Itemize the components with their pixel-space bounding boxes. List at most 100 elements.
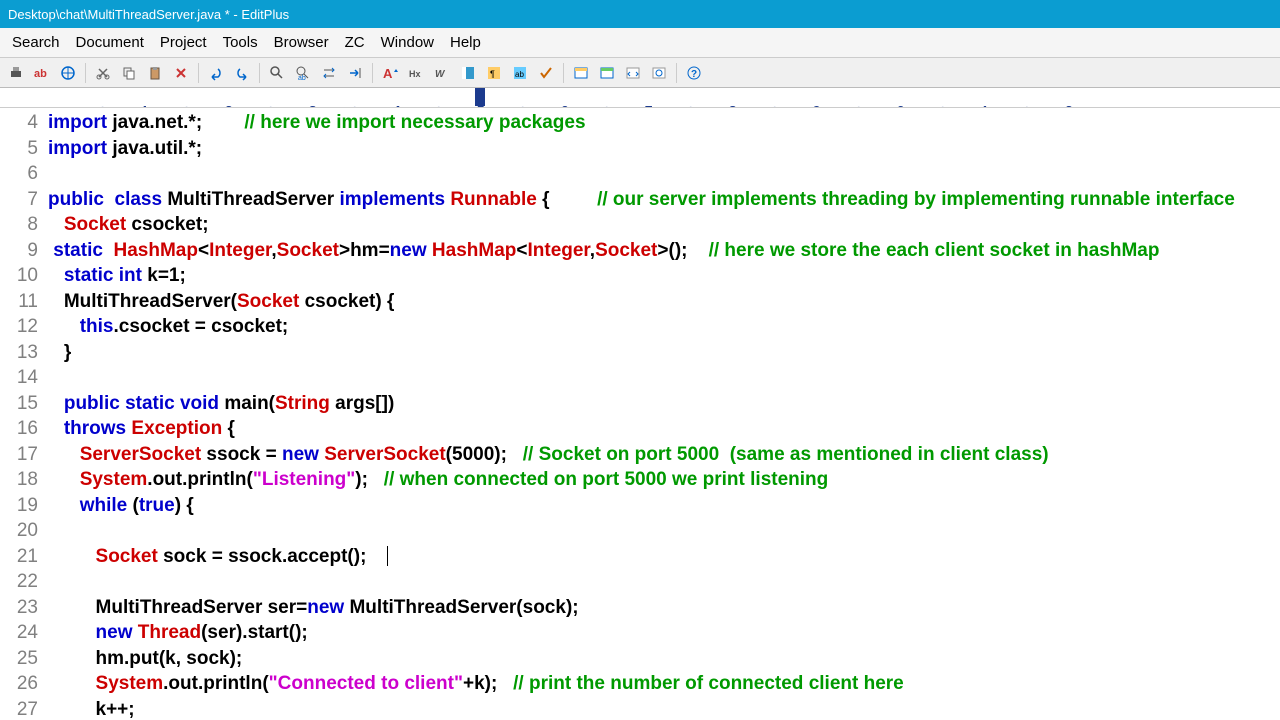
code-line[interactable]: }	[48, 340, 1280, 366]
code-line[interactable]: new Thread(ser).start();	[48, 620, 1280, 646]
token-plain: (	[127, 495, 139, 516]
line-number: 19	[0, 493, 38, 519]
code-line[interactable]	[48, 569, 1280, 595]
code-line[interactable]: public static void main(String args[])	[48, 391, 1280, 417]
paste-button[interactable]	[143, 62, 167, 84]
line-number: 15	[0, 391, 38, 417]
toolbar: аbabAHxW¶ab?	[0, 58, 1280, 88]
whitespace-b-button[interactable]: ab	[508, 62, 532, 84]
token-plain: java.util.*;	[107, 138, 202, 159]
code-area[interactable]: import java.net.*; // here we import nec…	[48, 108, 1280, 720]
token-plain	[48, 316, 80, 337]
editor[interactable]: 4567891011121314151617181920212223242526…	[0, 108, 1280, 720]
token-plain: {	[222, 418, 235, 439]
code-line[interactable]: static HashMap<Integer,Socket>hm=new Has…	[48, 238, 1280, 264]
copy-button[interactable]	[117, 62, 141, 84]
code-line[interactable]: static int k=1;	[48, 263, 1280, 289]
token-plain	[48, 622, 96, 643]
menu-search[interactable]: Search	[4, 30, 68, 55]
find-icon	[269, 65, 285, 81]
copy-icon	[121, 65, 137, 81]
token-comment: // print the number of connected client …	[513, 673, 904, 694]
html-toolbar-button[interactable]	[569, 62, 593, 84]
column-marker	[475, 88, 485, 106]
token-plain	[48, 214, 64, 235]
code-line[interactable]: import java.util.*;	[48, 136, 1280, 162]
help-button[interactable]: ?	[682, 62, 706, 84]
line-number: 25	[0, 646, 38, 672]
menu-tools[interactable]: Tools	[215, 30, 266, 55]
menu-zc[interactable]: ZC	[337, 30, 373, 55]
spellcheck-button[interactable]: аb	[30, 62, 54, 84]
token-plain: (ser).start();	[201, 622, 308, 643]
code-line[interactable]: System.out.println("Listening"); // when…	[48, 467, 1280, 493]
hex-button[interactable]: Hx	[404, 62, 428, 84]
font-up-button[interactable]: A	[378, 62, 402, 84]
cut-button[interactable]	[91, 62, 115, 84]
code-line[interactable]: while (true) {	[48, 493, 1280, 519]
code-line[interactable]	[48, 518, 1280, 544]
code-line[interactable]: k++;	[48, 697, 1280, 720]
replace-button[interactable]	[317, 62, 341, 84]
token-kw: while	[80, 495, 128, 516]
directory-button[interactable]	[595, 62, 619, 84]
undo-button[interactable]	[204, 62, 228, 84]
toolbar-separator	[259, 63, 260, 83]
view-browser-icon	[651, 65, 667, 81]
edit-source-button[interactable]	[621, 62, 645, 84]
token-plain: .out.println(	[163, 673, 269, 694]
code-line[interactable]: public class MultiThreadServer implement…	[48, 187, 1280, 213]
menu-browser[interactable]: Browser	[266, 30, 337, 55]
code-line[interactable]: import java.net.*; // here we import nec…	[48, 110, 1280, 136]
html-toolbar-icon	[573, 65, 589, 81]
svg-text:аb: аb	[34, 68, 47, 80]
token-type: Exception	[131, 418, 222, 439]
line-number: 10	[0, 263, 38, 289]
code-line[interactable]	[48, 365, 1280, 391]
menu-project[interactable]: Project	[152, 30, 215, 55]
find-text-button[interactable]: ab	[291, 62, 315, 84]
delete-button[interactable]	[169, 62, 193, 84]
token-kw: static	[53, 240, 103, 261]
token-type: Thread	[138, 622, 201, 643]
edit-source-icon	[625, 65, 641, 81]
column-marker-button[interactable]	[456, 62, 480, 84]
token-kw: import	[48, 112, 107, 133]
word-wrap-button[interactable]: W	[430, 62, 454, 84]
column-ruler: ----+----1----+----2----+----3----+----4…	[0, 88, 1280, 108]
token-kw: public static void	[64, 393, 219, 414]
menu-help[interactable]: Help	[442, 30, 489, 55]
redo-button[interactable]	[230, 62, 254, 84]
token-plain: ) {	[175, 495, 194, 516]
column-marker-icon	[460, 65, 476, 81]
print-button[interactable]	[4, 62, 28, 84]
paste-icon	[147, 65, 163, 81]
code-line[interactable]: this.csocket = csocket;	[48, 314, 1280, 340]
token-plain: csocket) {	[299, 291, 394, 312]
token-plain: .out.println(	[147, 469, 253, 490]
whitespace-a-button[interactable]: ¶	[482, 62, 506, 84]
line-number: 24	[0, 620, 38, 646]
code-line[interactable]	[48, 161, 1280, 187]
code-line[interactable]: Socket csocket;	[48, 212, 1280, 238]
hex-icon: Hx	[408, 65, 424, 81]
line-number: 4	[0, 110, 38, 136]
check-button[interactable]	[534, 62, 558, 84]
code-line[interactable]: MultiThreadServer(Socket csocket) {	[48, 289, 1280, 315]
browser-icon	[60, 65, 76, 81]
browser-button[interactable]	[56, 62, 80, 84]
title-bar: Desktop\chat\MultiThreadServer.java * - …	[0, 0, 1280, 28]
code-line[interactable]: System.out.println("Connected to client"…	[48, 671, 1280, 697]
code-line[interactable]: MultiThreadServer ser=new MultiThreadSer…	[48, 595, 1280, 621]
token-comment: // Socket on port 5000 (same as mentione…	[523, 444, 1049, 465]
menu-window[interactable]: Window	[373, 30, 442, 55]
svg-text:Hx: Hx	[409, 69, 421, 79]
code-line[interactable]: ServerSocket ssock = new ServerSocket(50…	[48, 442, 1280, 468]
find-button[interactable]	[265, 62, 289, 84]
code-line[interactable]: Socket sock = ssock.accept();	[48, 544, 1280, 570]
code-line[interactable]: throws Exception {	[48, 416, 1280, 442]
view-browser-button[interactable]	[647, 62, 671, 84]
code-line[interactable]: hm.put(k, sock);	[48, 646, 1280, 672]
go-line-button[interactable]	[343, 62, 367, 84]
menu-document[interactable]: Document	[68, 30, 152, 55]
